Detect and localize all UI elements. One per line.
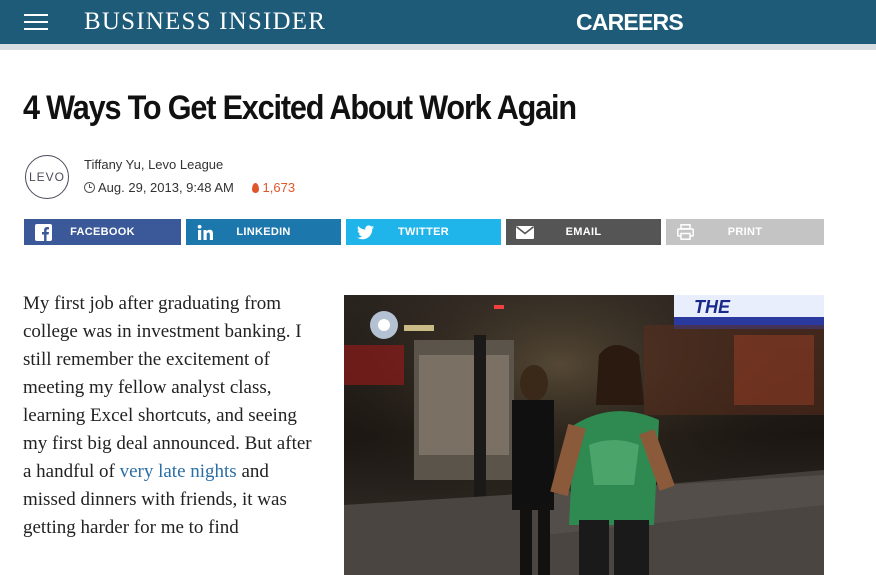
section-label[interactable]: CAREERS <box>576 9 684 35</box>
print-button[interactable]: PRINT <box>666 219 824 245</box>
twitter-share-button[interactable]: TWITTER <box>346 219 501 245</box>
twitter-share-label: TWITTER <box>398 226 449 238</box>
article-meta: Aug. 29, 2013, 9:48 AM 1,673 <box>84 180 295 196</box>
linkedin-share-button[interactable]: LINKEDIN <box>186 219 341 245</box>
very-late-nights-link[interactable]: very late nights <box>120 461 237 482</box>
facebook-share-label: FACEBOOK <box>70 226 135 238</box>
author-avatar[interactable]: LEVO <box>25 155 69 199</box>
facebook-share-button[interactable]: FACEBOOK <box>24 219 181 245</box>
paragraph-text: My first job after graduating from colle… <box>23 293 312 482</box>
header-divider <box>0 44 876 50</box>
hamburger-menu-icon[interactable] <box>24 14 48 32</box>
site-logo[interactable]: BUSINESS INSIDER <box>84 7 326 37</box>
email-share-label: EMAIL <box>565 226 602 238</box>
view-count: 1,673 <box>251 180 296 195</box>
paragraph: My first job after graduating from colle… <box>23 290 323 542</box>
article-photo: THE <box>344 295 824 575</box>
clock-icon <box>84 182 95 193</box>
site-header: BUSINESS INSIDER CAREERS <box>0 0 876 44</box>
article-body: My first job after graduating from colle… <box>23 290 323 542</box>
linkedin-share-label: LINKEDIN <box>236 226 291 238</box>
article-title: 4 Ways To Get Excited About Work Again <box>23 89 577 127</box>
storefront-sign: THE <box>694 297 731 317</box>
email-share-button[interactable]: EMAIL <box>506 219 661 245</box>
author-name[interactable]: Tiffany Yu, Levo League <box>84 157 223 173</box>
flame-icon <box>251 183 259 193</box>
print-label: PRINT <box>727 226 763 238</box>
view-count-value: 1,673 <box>262 180 296 195</box>
publish-date: Aug. 29, 2013, 9:48 AM <box>98 180 234 195</box>
